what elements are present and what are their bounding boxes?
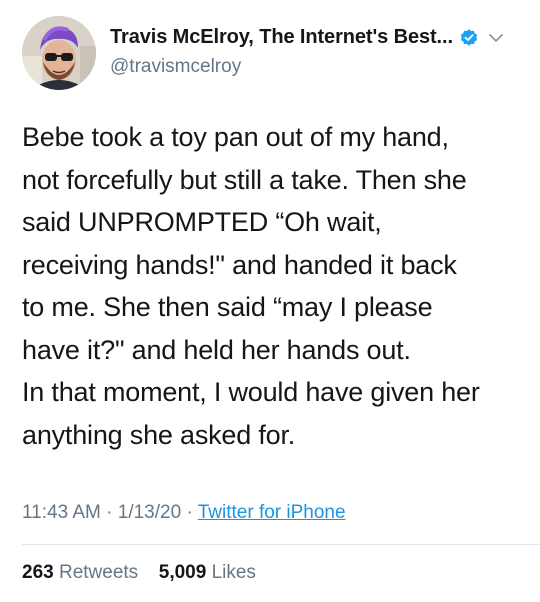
tweet-text-line: have it?" and held her hands out.: [22, 334, 411, 365]
tweet-text-line: receiving hands!" and handed it back: [22, 249, 457, 280]
likes-stat[interactable]: 5,009 Likes: [159, 562, 256, 583]
tweet-meta: 11:43 AM · 1/13/20 · Twitter for iPhone: [22, 502, 346, 524]
divider: [22, 544, 540, 545]
tweet-text-line: In that moment, I would have given her: [22, 377, 480, 407]
meta-separator: ·: [106, 502, 113, 523]
avatar[interactable]: [22, 16, 96, 90]
meta-separator: ·: [186, 502, 193, 523]
author-display-name[interactable]: Travis McElroy, The Internet's Best...: [110, 26, 453, 49]
tweet-text-line: said UNPROMPTED “Oh wait,: [22, 207, 382, 237]
tweet-text-line: Bebe took a toy pan out of my hand,: [22, 122, 449, 152]
tweet-text: Bebe took a toy pan out of my hand, not …: [22, 116, 522, 456]
author-name-row: Travis McElroy, The Internet's Best...: [110, 26, 505, 49]
likes-count: 5,009: [158, 562, 207, 583]
likes-label: Likes: [211, 562, 256, 583]
tweet-date[interactable]: 1/13/20: [118, 502, 181, 523]
tweet-text-line: anything she asked for.: [22, 419, 296, 450]
profile-photo: [22, 16, 96, 90]
tweet-card: Travis McElroy, The Internet's Best... @…: [0, 0, 540, 602]
retweets-label: Retweets: [58, 562, 139, 583]
retweets-count: 263: [22, 562, 54, 583]
tweet-text-line: not forcefully but still a take. Then sh…: [22, 164, 467, 195]
verified-badge-icon: [459, 28, 479, 48]
author-handle[interactable]: @travismcelroy: [110, 56, 241, 78]
chevron-down-icon[interactable]: [487, 29, 505, 47]
tweet-text-line: to me. She then said “may I please: [22, 292, 433, 322]
tweet-time[interactable]: 11:43 AM: [22, 502, 101, 523]
tweet-stats: 263 Retweets 5,009 Likes: [22, 562, 256, 584]
retweets-stat[interactable]: 263 Retweets: [22, 562, 143, 583]
tweet-source-link[interactable]: Twitter for iPhone: [198, 502, 346, 523]
